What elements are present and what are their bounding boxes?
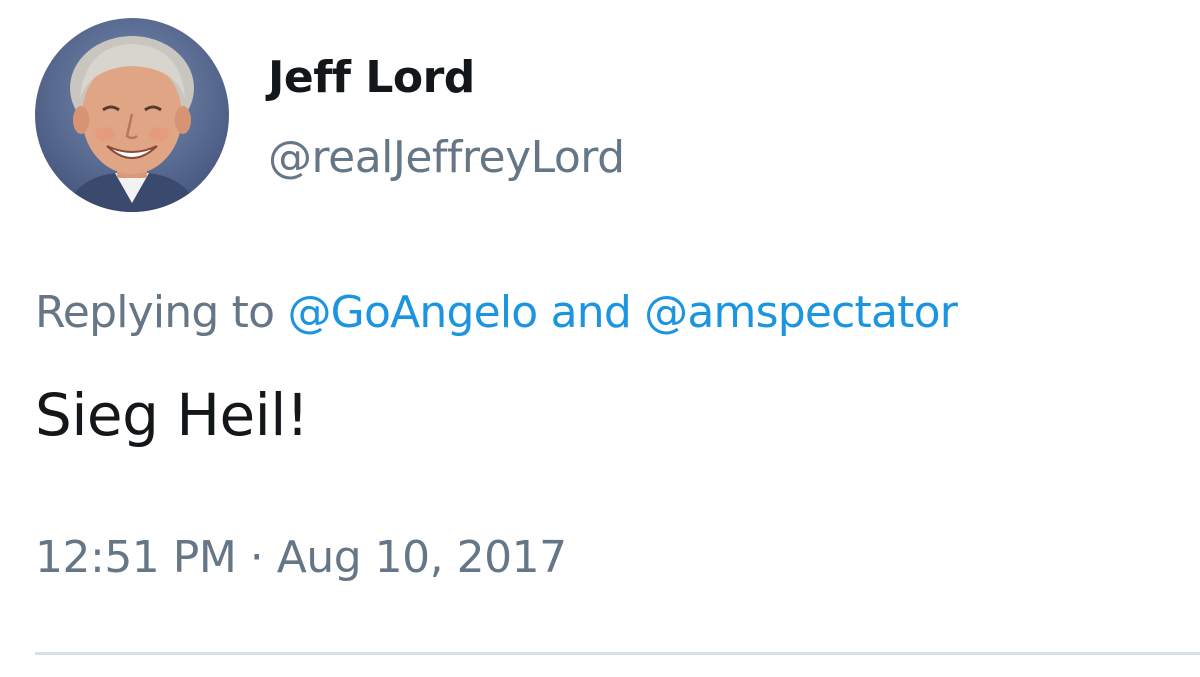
mention-link-amspectator[interactable]: @amspectator xyxy=(644,287,958,338)
tweet-text: Sieg Heil! xyxy=(35,381,309,449)
avatar[interactable] xyxy=(35,18,229,212)
replying-to-line: Replying to @GoAngelo and @amspectator xyxy=(35,280,958,346)
author-display-name[interactable]: Jeff Lord xyxy=(268,46,475,110)
mention-conjunction[interactable]: and xyxy=(551,287,632,338)
replying-to-label: Replying to xyxy=(35,287,275,338)
user-avatar-photo-icon xyxy=(35,18,229,212)
divider xyxy=(35,652,1200,655)
tweet-timestamp[interactable]: 12:51 PM · Aug 10, 2017 xyxy=(35,526,567,590)
mention-link-goangelo[interactable]: @GoAngelo xyxy=(287,287,538,338)
author-handle[interactable]: @realJeffreyLord xyxy=(268,126,625,190)
